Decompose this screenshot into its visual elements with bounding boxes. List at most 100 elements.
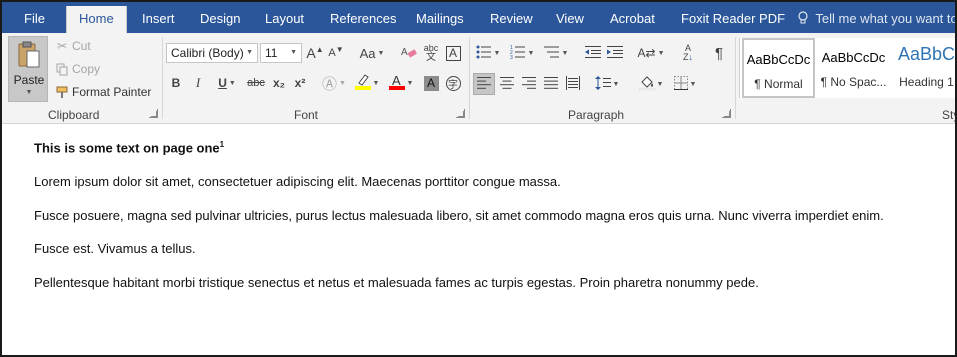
align-right-icon — [522, 76, 536, 92]
tab-acrobat[interactable]: Acrobat — [610, 2, 655, 33]
numbering-button[interactable]: 123 ▼ — [508, 43, 536, 63]
cut-label: Cut — [72, 39, 91, 53]
group-divider — [469, 37, 470, 119]
tab-mailings[interactable]: Mailings — [416, 2, 464, 33]
show-hide-marks-button[interactable]: ¶ — [710, 43, 728, 63]
font-group-label: Font — [294, 108, 319, 122]
enclose-characters-button[interactable]: 字 — [444, 73, 462, 93]
style-name: ¶ Normal — [754, 77, 803, 91]
increase-indent-button[interactable] — [606, 43, 624, 63]
paragraph-dialog-launcher[interactable] — [722, 109, 731, 118]
tab-review[interactable]: Review — [490, 2, 533, 33]
font-size-box[interactable]: 11 ▼ — [260, 43, 302, 63]
document-paragraph: Fusce est. Vivamus a tellus. — [34, 241, 196, 256]
subscript-button[interactable]: x₂ — [270, 73, 288, 93]
text-direction-icon: A⇄ — [637, 46, 656, 60]
italic-button[interactable]: I — [190, 73, 206, 93]
justify-button[interactable] — [542, 73, 560, 95]
font-name-box[interactable]: Calibri (Body) ▼ — [166, 43, 258, 63]
style-sample: AaBbCcDc — [746, 52, 811, 67]
svg-text:A: A — [401, 47, 408, 58]
paste-button[interactable]: Paste ▼ — [8, 36, 48, 102]
superscript-button[interactable]: x² — [291, 73, 309, 93]
paste-dropdown-arrow[interactable]: ▼ — [9, 89, 49, 96]
document-paragraph: Fusce posuere, magna sed pulvinar ultric… — [34, 208, 884, 223]
cut-button[interactable]: ✂ Cut — [54, 37, 91, 55]
text-effects-button[interactable]: Ⓐ ▼ — [320, 73, 348, 93]
style-name: Heading 1 — [899, 75, 954, 89]
copy-icon — [54, 63, 70, 76]
grow-font-button[interactable]: A ▲ — [306, 43, 323, 63]
word-window: File Home Insert Design Layout Reference… — [0, 0, 957, 357]
bullets-button[interactable]: ▼ — [474, 43, 502, 63]
paintbrush-icon — [54, 86, 70, 99]
tab-file[interactable]: File — [24, 2, 45, 33]
document-paragraph: Pellentesque habitant morbi tristique se… — [34, 275, 759, 290]
font-dialog-launcher[interactable] — [456, 109, 465, 118]
distributed-button[interactable] — [564, 73, 582, 95]
align-center-icon — [500, 76, 514, 92]
multilevel-list-icon — [543, 45, 560, 62]
font-color-button[interactable]: A ▼ — [386, 73, 416, 93]
footnote-reference[interactable]: 1 — [220, 140, 224, 149]
strikethrough-icon: abc — [247, 77, 265, 89]
align-left-button[interactable] — [473, 73, 495, 95]
phonetic-guide-icon: abc 文 — [423, 43, 439, 63]
shading-button[interactable]: ▼ — [636, 73, 666, 95]
ribbon-tab-bar: File Home Insert Design Layout Reference… — [2, 2, 955, 35]
italic-icon: I — [195, 75, 201, 90]
tab-layout[interactable]: Layout — [265, 2, 304, 33]
multilevel-list-button[interactable]: ▼ — [542, 43, 570, 63]
document-body[interactable]: This is some text on page one1 Lorem ips… — [4, 124, 955, 355]
tab-references[interactable]: References — [330, 2, 396, 33]
clipboard-icon — [17, 40, 41, 73]
grow-font-icon: A — [306, 45, 316, 61]
line-spacing-icon — [594, 75, 611, 93]
tab-home[interactable]: Home — [66, 6, 127, 33]
tab-design[interactable]: Design — [200, 2, 240, 33]
copy-label: Copy — [72, 62, 101, 76]
line-spacing-button[interactable]: ▼ — [592, 73, 622, 95]
sort-button[interactable]: A Z↓ — [679, 43, 697, 63]
borders-button[interactable]: ▼ — [670, 73, 700, 95]
borders-icon — [673, 75, 688, 93]
lightbulb-icon — [798, 2, 812, 35]
tab-insert[interactable]: Insert — [142, 2, 175, 33]
eraser-icon: A — [401, 45, 417, 62]
clipboard-group-label: Clipboard — [48, 108, 100, 122]
shrink-font-icon: A — [328, 47, 336, 59]
strikethrough-button[interactable]: abc — [246, 73, 266, 93]
clipboard-dialog-launcher[interactable] — [149, 109, 158, 118]
align-right-button[interactable] — [520, 73, 538, 95]
tab-view[interactable]: View — [556, 2, 584, 33]
highlighter-icon — [354, 73, 371, 93]
phonetic-guide-button[interactable]: abc 文 — [422, 43, 440, 63]
svg-text:A: A — [392, 73, 401, 88]
decrease-indent-button[interactable] — [584, 43, 602, 63]
character-shading-button[interactable]: A — [422, 73, 440, 93]
clear-formatting-button[interactable]: A — [400, 43, 418, 63]
style-no-spacing[interactable]: AaBbCcDc ¶ No Spac... — [817, 38, 890, 98]
text-direction-button[interactable]: A⇄ ▼ — [636, 43, 666, 63]
shrink-font-button[interactable]: A ▼ — [328, 43, 344, 63]
underline-button[interactable]: U ▼ — [212, 73, 242, 93]
style-normal[interactable]: AaBbCcDc ¶ Normal — [742, 38, 815, 98]
bold-button[interactable]: B — [168, 73, 184, 93]
distributed-icon — [566, 75, 580, 93]
tell-me-box[interactable]: Tell me what you want to d — [798, 2, 955, 35]
highlight-color-button[interactable]: ▼ — [352, 73, 382, 93]
chevron-down-icon: ▼ — [246, 49, 253, 56]
style-name: ¶ No Spac... — [820, 75, 887, 89]
sort-icon: A Z↓ — [683, 43, 693, 62]
tab-foxit-reader-pdf[interactable]: Foxit Reader PDF — [681, 2, 785, 33]
styles-group-label: Sty — [942, 108, 955, 122]
align-center-button[interactable] — [498, 73, 516, 95]
format-painter-button[interactable]: Format Painter — [54, 83, 151, 101]
paste-label: Paste — [13, 73, 45, 87]
justify-icon — [544, 76, 558, 92]
group-divider — [162, 37, 163, 119]
style-heading-1[interactable]: AaBbC Heading 1 — [890, 38, 955, 98]
copy-button[interactable]: Copy — [54, 60, 100, 78]
character-border-button[interactable]: A — [444, 43, 462, 63]
change-case-button[interactable]: Aa ▼ — [358, 43, 386, 63]
